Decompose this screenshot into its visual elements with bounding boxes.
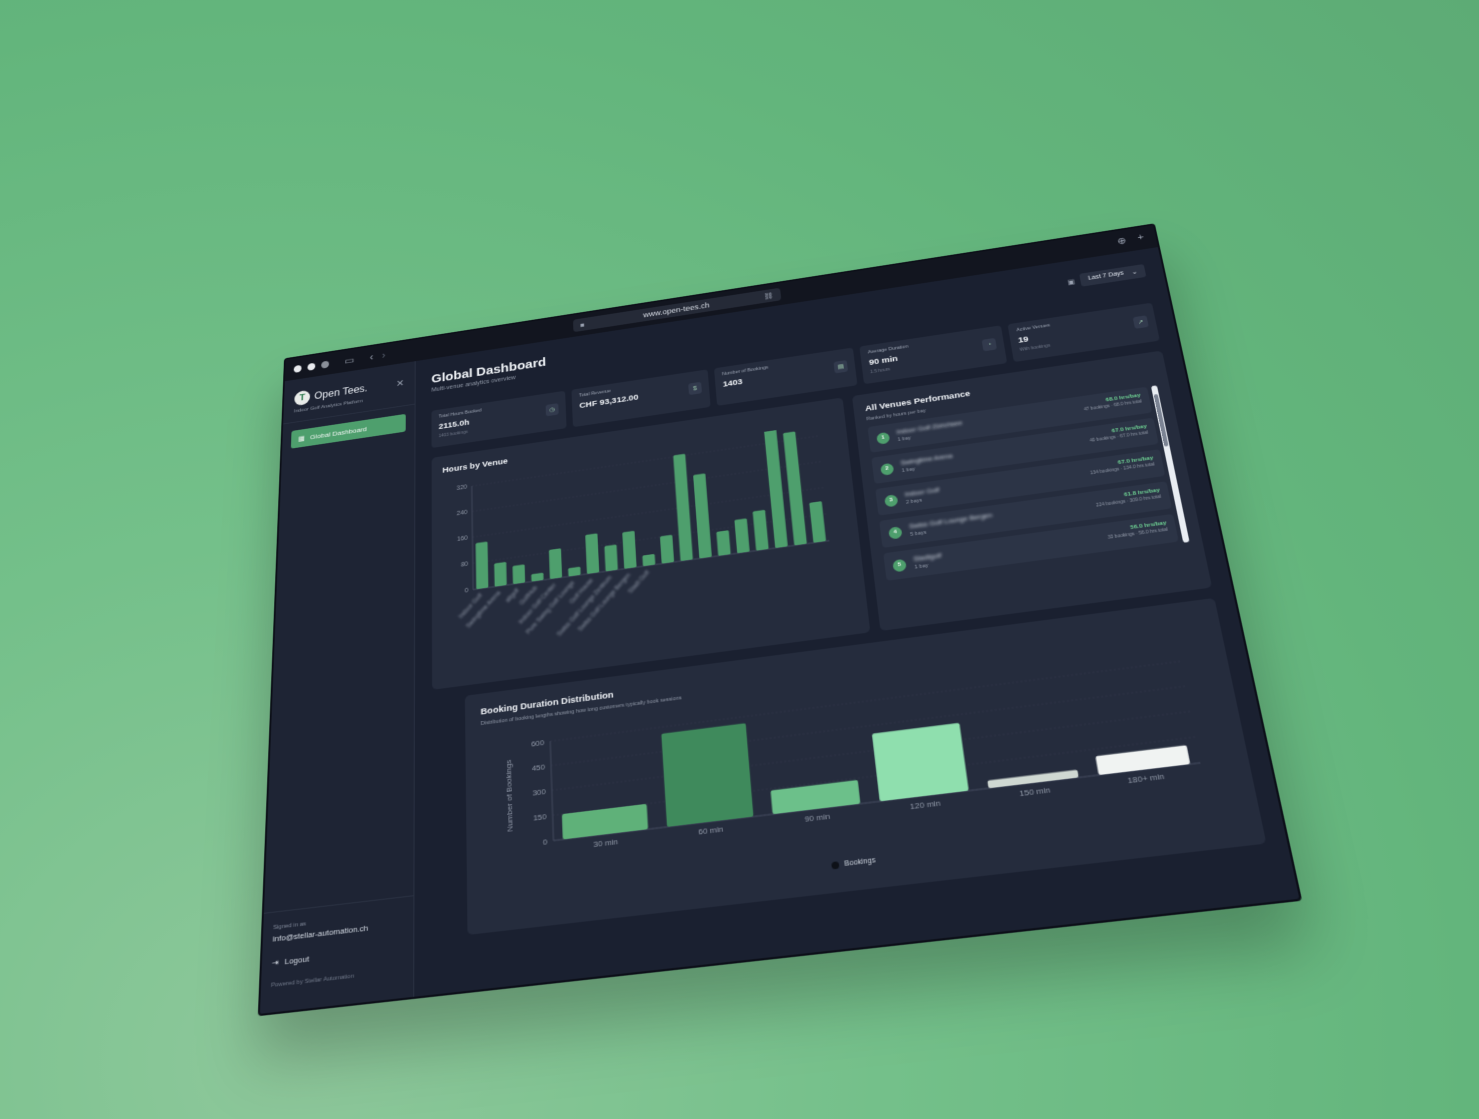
stat-total-revenue: Total Revenue CHF 93,312.00 $ xyxy=(571,369,711,428)
bar xyxy=(871,722,969,802)
bar xyxy=(809,501,827,543)
grid-line xyxy=(552,711,1190,790)
y-axis xyxy=(550,741,553,840)
browser-window: ▭ ‹ › ■ www.open-tees.ch ⛓ ⊕ + T Open Te… xyxy=(257,223,1303,1017)
rank-badge: 2 xyxy=(880,462,895,476)
y-axis-label: Number of Bookings xyxy=(504,759,515,832)
plus-icon[interactable]: + xyxy=(1137,232,1145,243)
y-tick-label: 600 xyxy=(531,738,544,749)
bar xyxy=(693,473,712,559)
timer-icon: ◔ xyxy=(981,337,997,352)
bar xyxy=(561,803,649,840)
logout-label: Logout xyxy=(284,954,310,967)
y-tick-label: 150 xyxy=(533,812,547,823)
y-tick-label: 80 xyxy=(461,561,469,568)
maximize-window-button[interactable] xyxy=(321,360,330,369)
stage: ▭ ‹ › ■ www.open-tees.ch ⛓ ⊕ + T Open Te… xyxy=(0,0,1479,1119)
bar xyxy=(734,518,750,554)
y-tick-label: 450 xyxy=(532,762,546,773)
y-tick-label: 0 xyxy=(543,837,548,847)
lock-icon: ■ xyxy=(580,320,585,329)
stat-average-duration: Average Duration 90 min 1.5 hours ◔ xyxy=(859,325,1008,385)
bar xyxy=(494,561,507,587)
x-tick-label: 60 min xyxy=(698,824,724,837)
clock-icon: ◷ xyxy=(545,403,559,417)
bar xyxy=(673,453,693,562)
x-tick-label: Stadt Golf xyxy=(627,570,651,595)
y-axis xyxy=(472,486,473,590)
grid-line xyxy=(551,686,1185,765)
sidebar-toggle-icon[interactable]: ▭ xyxy=(344,354,354,366)
hours-by-venue-panel: Hours by Venue 0 80 160 240 320 Indoor Golf Sw… xyxy=(431,397,871,690)
close-sidebar-icon[interactable]: ✕ xyxy=(396,377,404,389)
rank-badge: 4 xyxy=(888,525,903,540)
venue-list: 1 Indoor Golf Zürichsee 1 bay 68.0 hrs/b… xyxy=(867,385,1195,605)
duration-distribution-chart: 0 150 300 450 600 Number of Bookings 30 min 60 … xyxy=(504,643,1230,850)
bar xyxy=(716,530,731,556)
venue-bays: 1 bay xyxy=(914,562,929,570)
stat-bookings: Number of Bookings 1403 ▤ xyxy=(714,347,858,406)
bar xyxy=(659,534,675,564)
bar xyxy=(752,509,769,551)
x-tick-label: 180+ min xyxy=(1127,771,1165,785)
date-range-value: Last 7 Days xyxy=(1087,270,1125,282)
x-tick-label: 150 min xyxy=(1019,785,1051,799)
bar xyxy=(475,541,489,590)
venues-performance-panel: All Venues Performance Ranked by hours p… xyxy=(851,350,1213,631)
calendar-icon: ▤ xyxy=(833,360,849,374)
y-tick-label: 160 xyxy=(457,535,468,543)
sidebar-item-label: Global Dashboard xyxy=(309,424,367,441)
back-icon[interactable]: ‹ xyxy=(370,351,374,362)
legend-label: Bookings xyxy=(844,856,876,868)
bar xyxy=(770,779,861,815)
bar xyxy=(568,566,581,577)
bar xyxy=(512,564,526,585)
minimize-window-button[interactable] xyxy=(307,362,316,371)
x-tick-label: 120 min xyxy=(909,798,941,811)
rank-badge: 1 xyxy=(876,431,891,445)
bar xyxy=(548,548,563,580)
window-controls xyxy=(293,360,330,373)
bar xyxy=(642,553,656,567)
close-window-button[interactable] xyxy=(293,364,302,373)
sidebar: T Open Tees. ✕ Indoor Golf Analytics Pla… xyxy=(259,361,416,1014)
download-icon[interactable]: ⊕ xyxy=(1116,235,1128,247)
bar xyxy=(782,431,807,546)
chevron-down-icon: ⌄ xyxy=(1131,269,1138,276)
dashboard-icon: ▦ xyxy=(298,434,305,443)
x-tick-label: 30 min xyxy=(593,837,618,850)
stat-total-hours: Total Hours Booked 2115.0h 1403 bookings… xyxy=(431,390,567,449)
rank-badge: 3 xyxy=(884,493,899,508)
y-tick-label: 300 xyxy=(532,787,546,798)
bar xyxy=(622,530,637,569)
trend-icon: ↗ xyxy=(1132,315,1149,329)
calendar-icon: ▣ xyxy=(1066,277,1076,286)
bar xyxy=(604,544,618,572)
dollar-icon: $ xyxy=(688,381,702,396)
y-tick-label: 320 xyxy=(457,484,468,492)
bar xyxy=(661,723,754,827)
x-tick-label: 90 min xyxy=(804,811,830,824)
bar xyxy=(1095,745,1191,776)
bar xyxy=(585,533,600,574)
main-content: Global Dashboard Multi-venue analytics o… xyxy=(414,247,1299,997)
logout-button[interactable]: ⇥ Logout xyxy=(271,943,403,968)
bar xyxy=(987,769,1079,789)
powered-by: Powered by Stellar Automation xyxy=(270,973,355,990)
logo-icon: T xyxy=(294,389,311,407)
logout-icon: ⇥ xyxy=(271,957,279,968)
y-tick-label: 240 xyxy=(457,510,468,518)
rank-badge: 5 xyxy=(892,558,907,572)
legend-swatch xyxy=(831,861,840,870)
sidebar-footer: Signed in as info@stellar-automation.ch … xyxy=(259,895,414,1014)
forward-icon[interactable]: › xyxy=(382,350,386,361)
y-tick-label: 0 xyxy=(465,588,469,595)
link-icon[interactable]: ⛓ xyxy=(764,292,774,300)
